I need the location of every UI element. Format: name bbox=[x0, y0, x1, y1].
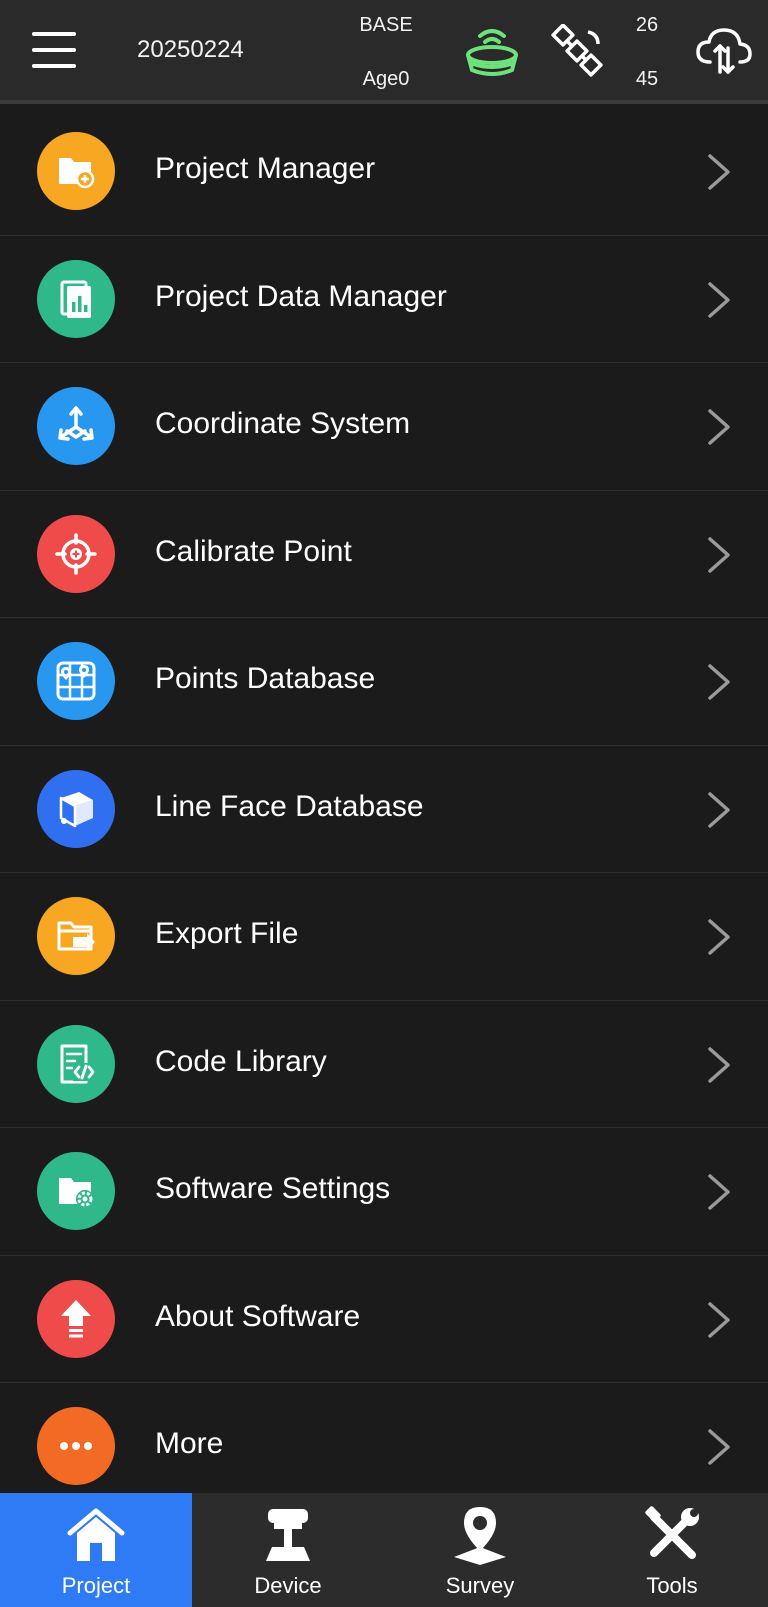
correction-age-label: Age0 bbox=[362, 68, 410, 90]
tab-label: Project bbox=[61, 1573, 131, 1598]
menu-item-code-library[interactable]: Code Library bbox=[0, 1000, 768, 1128]
menu-item-label: Export File bbox=[155, 917, 299, 950]
chevron-right-icon bbox=[708, 791, 730, 828]
current-project-name: 20250224 bbox=[137, 36, 244, 63]
chevron-right-icon bbox=[708, 664, 730, 700]
menu-hamburger-icon[interactable] bbox=[32, 30, 78, 70]
chevron-right-icon bbox=[708, 154, 730, 190]
menu-item-software-settings[interactable]: Software Settings bbox=[0, 1128, 768, 1256]
chevron-right-icon bbox=[708, 409, 730, 445]
menu-item-label: Code Library bbox=[155, 1044, 327, 1078]
menu-item-points-database[interactable]: Points Database bbox=[0, 618, 768, 746]
satellites-used-count: 26 bbox=[635, 14, 659, 36]
menu-item-about-software[interactable]: About Software bbox=[0, 1255, 768, 1383]
cube-icon bbox=[37, 769, 115, 848]
chevron-right-icon bbox=[708, 1429, 730, 1465]
upgrade-arrow-icon bbox=[37, 1279, 115, 1358]
menu-item-label: Coordinate System bbox=[155, 407, 411, 440]
menu-item-label: Project Manager bbox=[155, 152, 376, 185]
tab-project[interactable]: Project bbox=[0, 1493, 192, 1607]
tab-survey[interactable]: Survey bbox=[384, 1493, 576, 1607]
satellite-icon[interactable] bbox=[550, 24, 606, 80]
menu-item-more[interactable]: More bbox=[0, 1383, 768, 1493]
tools-icon bbox=[645, 1506, 699, 1559]
map-grid-icon bbox=[37, 642, 115, 720]
base-mode-label: BASE bbox=[359, 14, 413, 36]
menu-item-coordinate-system[interactable]: Coordinate System bbox=[0, 363, 768, 491]
axes-icon bbox=[37, 387, 115, 465]
tab-device[interactable]: Device bbox=[192, 1493, 384, 1607]
menu-item-label: More bbox=[155, 1427, 224, 1460]
tab-tools[interactable]: Tools bbox=[576, 1493, 768, 1607]
menu-item-export-file[interactable]: Export File bbox=[0, 873, 768, 1001]
gnss-receiver-icon bbox=[266, 1509, 310, 1561]
menu-item-line-face-database[interactable]: Line Face Database bbox=[0, 745, 768, 873]
menu-item-label: Calibrate Point bbox=[155, 534, 352, 568]
folder-add-icon bbox=[37, 132, 115, 210]
top-status-bar: 20250224 BASE Age0 26 45 bbox=[0, 0, 768, 104]
location-pin-icon bbox=[454, 1507, 506, 1565]
code-doc-icon bbox=[37, 1024, 115, 1103]
chevron-right-icon bbox=[708, 536, 730, 573]
tab-label: Tools bbox=[646, 1573, 698, 1598]
menu-item-project-manager[interactable]: Project Manager bbox=[0, 108, 768, 236]
menu-item-label: Points Database bbox=[155, 662, 376, 695]
home-icon bbox=[67, 1508, 125, 1561]
menu-item-label: Project Data Manager bbox=[155, 279, 447, 313]
menu-item-label: Line Face Database bbox=[155, 789, 424, 823]
data-chart-icon bbox=[37, 259, 115, 338]
menu-item-calibrate-point[interactable]: Calibrate Point bbox=[0, 490, 768, 618]
gnss-receiver-status-icon[interactable] bbox=[462, 22, 522, 78]
menu-item-label: About Software bbox=[155, 1299, 361, 1333]
chevron-right-icon bbox=[708, 919, 730, 955]
chevron-right-icon bbox=[708, 1174, 730, 1210]
tab-label: Device bbox=[254, 1573, 322, 1598]
chevron-right-icon bbox=[708, 281, 730, 318]
chevron-right-icon bbox=[708, 1301, 730, 1338]
tab-label: Survey bbox=[445, 1573, 515, 1598]
project-menu-list: Project Manager Project Data Manager Coo… bbox=[0, 108, 768, 1493]
chevron-right-icon bbox=[708, 1046, 730, 1083]
cloud-sync-icon[interactable] bbox=[694, 22, 754, 78]
bottom-tab-bar: Project Device Survey Tools bbox=[0, 1493, 768, 1607]
menu-item-project-data-manager[interactable]: Project Data Manager bbox=[0, 235, 768, 363]
folder-export-icon bbox=[37, 897, 115, 975]
crosshair-icon bbox=[37, 514, 115, 593]
menu-item-label: Software Settings bbox=[155, 1172, 391, 1205]
more-dots-icon bbox=[37, 1407, 115, 1485]
satellites-visible-count: 45 bbox=[635, 68, 659, 90]
folder-gear-icon bbox=[37, 1152, 115, 1230]
